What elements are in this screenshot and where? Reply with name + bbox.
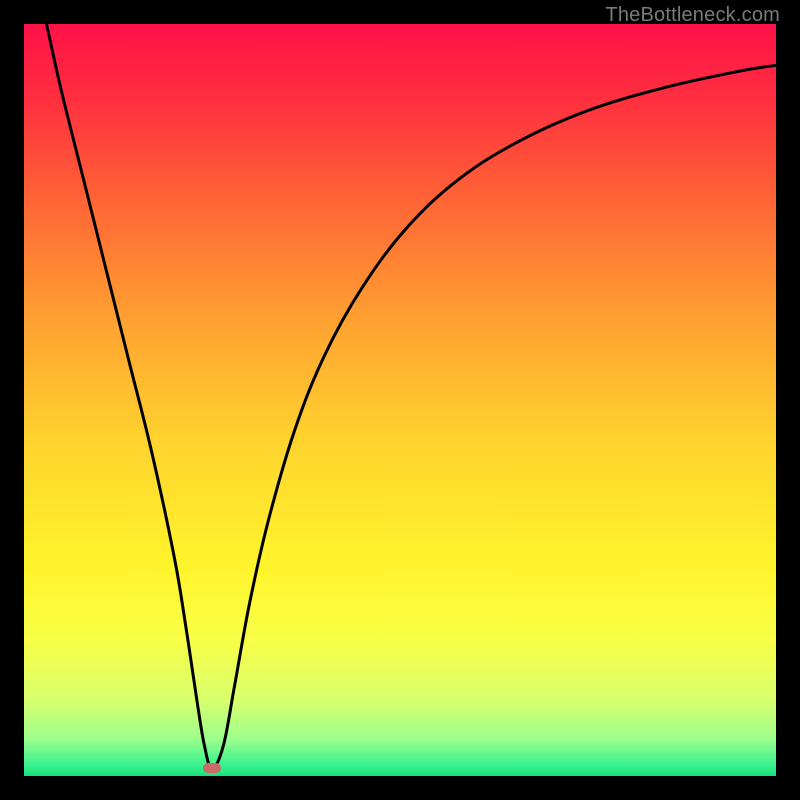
chart-frame: TheBottleneck.com bbox=[0, 0, 800, 800]
watermark-text: TheBottleneck.com bbox=[605, 4, 780, 27]
bottleneck-marker bbox=[203, 763, 221, 773]
plot-area bbox=[24, 24, 776, 776]
bottleneck-curve bbox=[24, 24, 776, 776]
